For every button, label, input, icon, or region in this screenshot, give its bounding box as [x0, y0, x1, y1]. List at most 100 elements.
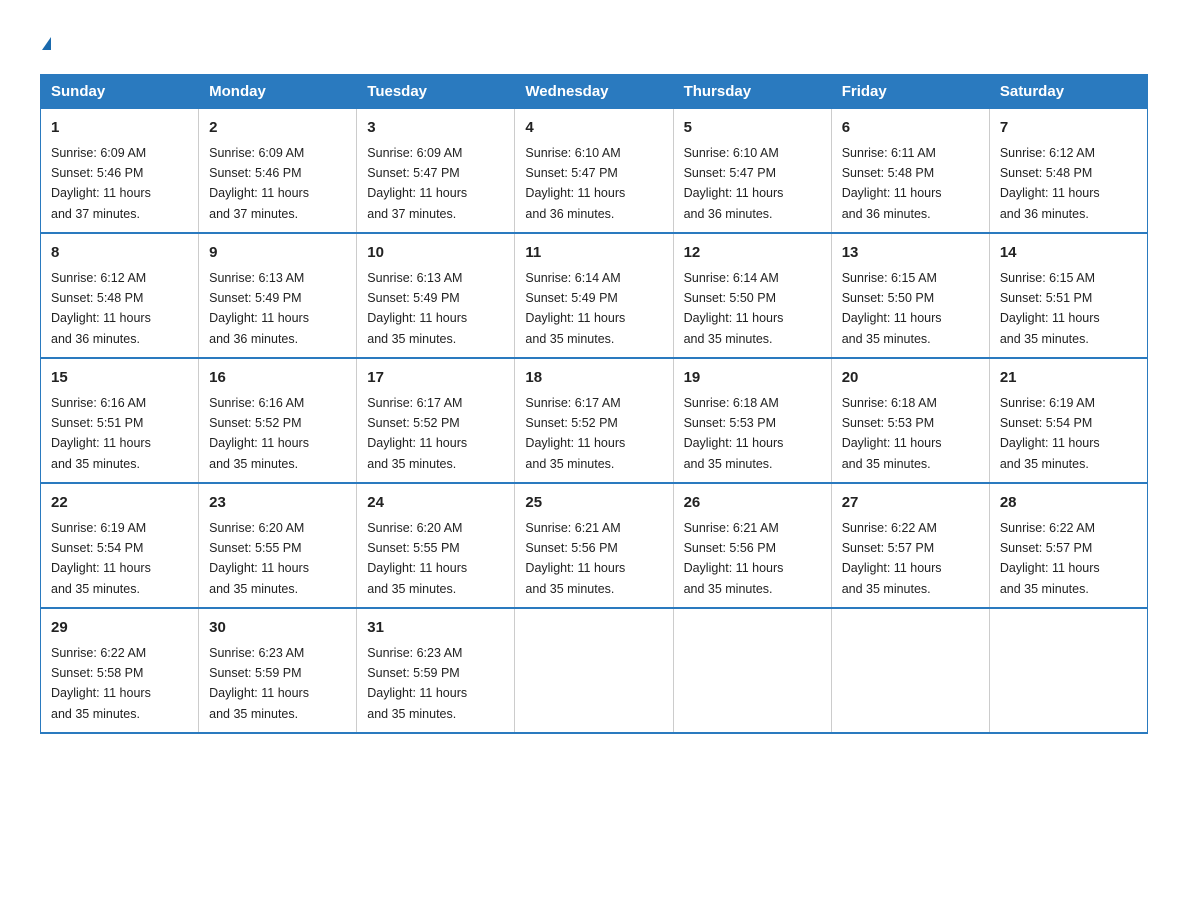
calendar-cell: 11 Sunrise: 6:14 AMSunset: 5:49 PMDaylig…	[515, 233, 673, 358]
day-number: 20	[842, 367, 979, 390]
day-info: Sunrise: 6:10 AMSunset: 5:47 PMDaylight:…	[525, 146, 625, 221]
calendar-cell: 24 Sunrise: 6:20 AMSunset: 5:55 PMDaylig…	[357, 483, 515, 608]
calendar-cell: 18 Sunrise: 6:17 AMSunset: 5:52 PMDaylig…	[515, 358, 673, 483]
day-number: 29	[51, 617, 188, 640]
calendar-cell: 29 Sunrise: 6:22 AMSunset: 5:58 PMDaylig…	[41, 608, 199, 733]
calendar-cell	[673, 608, 831, 733]
calendar-cell: 6 Sunrise: 6:11 AMSunset: 5:48 PMDayligh…	[831, 109, 989, 234]
day-number: 25	[525, 492, 662, 515]
calendar-cell	[831, 608, 989, 733]
day-info: Sunrise: 6:09 AMSunset: 5:46 PMDaylight:…	[51, 146, 151, 221]
day-number: 23	[209, 492, 346, 515]
day-number: 26	[684, 492, 821, 515]
day-number: 16	[209, 367, 346, 390]
calendar-header-row: SundayMondayTuesdayWednesdayThursdayFrid…	[41, 75, 1148, 109]
calendar-cell: 8 Sunrise: 6:12 AMSunset: 5:48 PMDayligh…	[41, 233, 199, 358]
day-info: Sunrise: 6:12 AMSunset: 5:48 PMDaylight:…	[51, 271, 151, 346]
calendar-week-row: 15 Sunrise: 6:16 AMSunset: 5:51 PMDaylig…	[41, 358, 1148, 483]
calendar-cell: 17 Sunrise: 6:17 AMSunset: 5:52 PMDaylig…	[357, 358, 515, 483]
day-info: Sunrise: 6:21 AMSunset: 5:56 PMDaylight:…	[525, 521, 625, 596]
calendar-week-row: 1 Sunrise: 6:09 AMSunset: 5:46 PMDayligh…	[41, 109, 1148, 234]
day-info: Sunrise: 6:14 AMSunset: 5:49 PMDaylight:…	[525, 271, 625, 346]
header-sunday: Sunday	[41, 75, 199, 109]
day-info: Sunrise: 6:12 AMSunset: 5:48 PMDaylight:…	[1000, 146, 1100, 221]
day-info: Sunrise: 6:09 AMSunset: 5:47 PMDaylight:…	[367, 146, 467, 221]
day-number: 21	[1000, 367, 1137, 390]
calendar-cell: 21 Sunrise: 6:19 AMSunset: 5:54 PMDaylig…	[989, 358, 1147, 483]
day-number: 2	[209, 117, 346, 140]
day-info: Sunrise: 6:11 AMSunset: 5:48 PMDaylight:…	[842, 146, 942, 221]
calendar-cell: 19 Sunrise: 6:18 AMSunset: 5:53 PMDaylig…	[673, 358, 831, 483]
day-number: 3	[367, 117, 504, 140]
calendar-cell: 13 Sunrise: 6:15 AMSunset: 5:50 PMDaylig…	[831, 233, 989, 358]
calendar-cell: 5 Sunrise: 6:10 AMSunset: 5:47 PMDayligh…	[673, 109, 831, 234]
calendar-cell: 25 Sunrise: 6:21 AMSunset: 5:56 PMDaylig…	[515, 483, 673, 608]
day-info: Sunrise: 6:23 AMSunset: 5:59 PMDaylight:…	[367, 646, 467, 721]
day-number: 27	[842, 492, 979, 515]
calendar-cell: 10 Sunrise: 6:13 AMSunset: 5:49 PMDaylig…	[357, 233, 515, 358]
header-saturday: Saturday	[989, 75, 1147, 109]
calendar-cell: 12 Sunrise: 6:14 AMSunset: 5:50 PMDaylig…	[673, 233, 831, 358]
day-number: 31	[367, 617, 504, 640]
day-number: 8	[51, 242, 188, 265]
day-info: Sunrise: 6:22 AMSunset: 5:57 PMDaylight:…	[1000, 521, 1100, 596]
header-wednesday: Wednesday	[515, 75, 673, 109]
calendar-cell: 16 Sunrise: 6:16 AMSunset: 5:52 PMDaylig…	[199, 358, 357, 483]
day-info: Sunrise: 6:10 AMSunset: 5:47 PMDaylight:…	[684, 146, 784, 221]
day-number: 19	[684, 367, 821, 390]
day-number: 11	[525, 242, 662, 265]
day-info: Sunrise: 6:22 AMSunset: 5:58 PMDaylight:…	[51, 646, 151, 721]
day-number: 1	[51, 117, 188, 140]
calendar-week-row: 8 Sunrise: 6:12 AMSunset: 5:48 PMDayligh…	[41, 233, 1148, 358]
day-info: Sunrise: 6:18 AMSunset: 5:53 PMDaylight:…	[842, 396, 942, 471]
day-info: Sunrise: 6:20 AMSunset: 5:55 PMDaylight:…	[367, 521, 467, 596]
logo	[40, 30, 51, 54]
calendar-week-row: 29 Sunrise: 6:22 AMSunset: 5:58 PMDaylig…	[41, 608, 1148, 733]
day-info: Sunrise: 6:17 AMSunset: 5:52 PMDaylight:…	[367, 396, 467, 471]
calendar-table: SundayMondayTuesdayWednesdayThursdayFrid…	[40, 74, 1148, 734]
day-info: Sunrise: 6:16 AMSunset: 5:51 PMDaylight:…	[51, 396, 151, 471]
calendar-cell: 9 Sunrise: 6:13 AMSunset: 5:49 PMDayligh…	[199, 233, 357, 358]
day-number: 7	[1000, 117, 1137, 140]
header-thursday: Thursday	[673, 75, 831, 109]
calendar-cell: 22 Sunrise: 6:19 AMSunset: 5:54 PMDaylig…	[41, 483, 199, 608]
calendar-cell: 1 Sunrise: 6:09 AMSunset: 5:46 PMDayligh…	[41, 109, 199, 234]
header-monday: Monday	[199, 75, 357, 109]
calendar-cell: 23 Sunrise: 6:20 AMSunset: 5:55 PMDaylig…	[199, 483, 357, 608]
day-number: 17	[367, 367, 504, 390]
day-info: Sunrise: 6:15 AMSunset: 5:50 PMDaylight:…	[842, 271, 942, 346]
calendar-cell	[989, 608, 1147, 733]
calendar-cell: 30 Sunrise: 6:23 AMSunset: 5:59 PMDaylig…	[199, 608, 357, 733]
calendar-cell: 14 Sunrise: 6:15 AMSunset: 5:51 PMDaylig…	[989, 233, 1147, 358]
calendar-cell: 4 Sunrise: 6:10 AMSunset: 5:47 PMDayligh…	[515, 109, 673, 234]
day-info: Sunrise: 6:19 AMSunset: 5:54 PMDaylight:…	[1000, 396, 1100, 471]
day-number: 10	[367, 242, 504, 265]
day-number: 18	[525, 367, 662, 390]
calendar-week-row: 22 Sunrise: 6:19 AMSunset: 5:54 PMDaylig…	[41, 483, 1148, 608]
day-number: 15	[51, 367, 188, 390]
day-info: Sunrise: 6:17 AMSunset: 5:52 PMDaylight:…	[525, 396, 625, 471]
day-info: Sunrise: 6:13 AMSunset: 5:49 PMDaylight:…	[367, 271, 467, 346]
day-number: 30	[209, 617, 346, 640]
day-info: Sunrise: 6:21 AMSunset: 5:56 PMDaylight:…	[684, 521, 784, 596]
calendar-cell: 27 Sunrise: 6:22 AMSunset: 5:57 PMDaylig…	[831, 483, 989, 608]
day-number: 13	[842, 242, 979, 265]
day-number: 4	[525, 117, 662, 140]
day-info: Sunrise: 6:15 AMSunset: 5:51 PMDaylight:…	[1000, 271, 1100, 346]
day-info: Sunrise: 6:13 AMSunset: 5:49 PMDaylight:…	[209, 271, 309, 346]
calendar-cell: 31 Sunrise: 6:23 AMSunset: 5:59 PMDaylig…	[357, 608, 515, 733]
day-number: 12	[684, 242, 821, 265]
calendar-cell: 2 Sunrise: 6:09 AMSunset: 5:46 PMDayligh…	[199, 109, 357, 234]
header-tuesday: Tuesday	[357, 75, 515, 109]
calendar-cell: 20 Sunrise: 6:18 AMSunset: 5:53 PMDaylig…	[831, 358, 989, 483]
day-number: 28	[1000, 492, 1137, 515]
day-info: Sunrise: 6:23 AMSunset: 5:59 PMDaylight:…	[209, 646, 309, 721]
calendar-cell	[515, 608, 673, 733]
day-number: 24	[367, 492, 504, 515]
day-number: 9	[209, 242, 346, 265]
day-number: 5	[684, 117, 821, 140]
day-number: 6	[842, 117, 979, 140]
day-info: Sunrise: 6:16 AMSunset: 5:52 PMDaylight:…	[209, 396, 309, 471]
day-number: 14	[1000, 242, 1137, 265]
day-info: Sunrise: 6:20 AMSunset: 5:55 PMDaylight:…	[209, 521, 309, 596]
